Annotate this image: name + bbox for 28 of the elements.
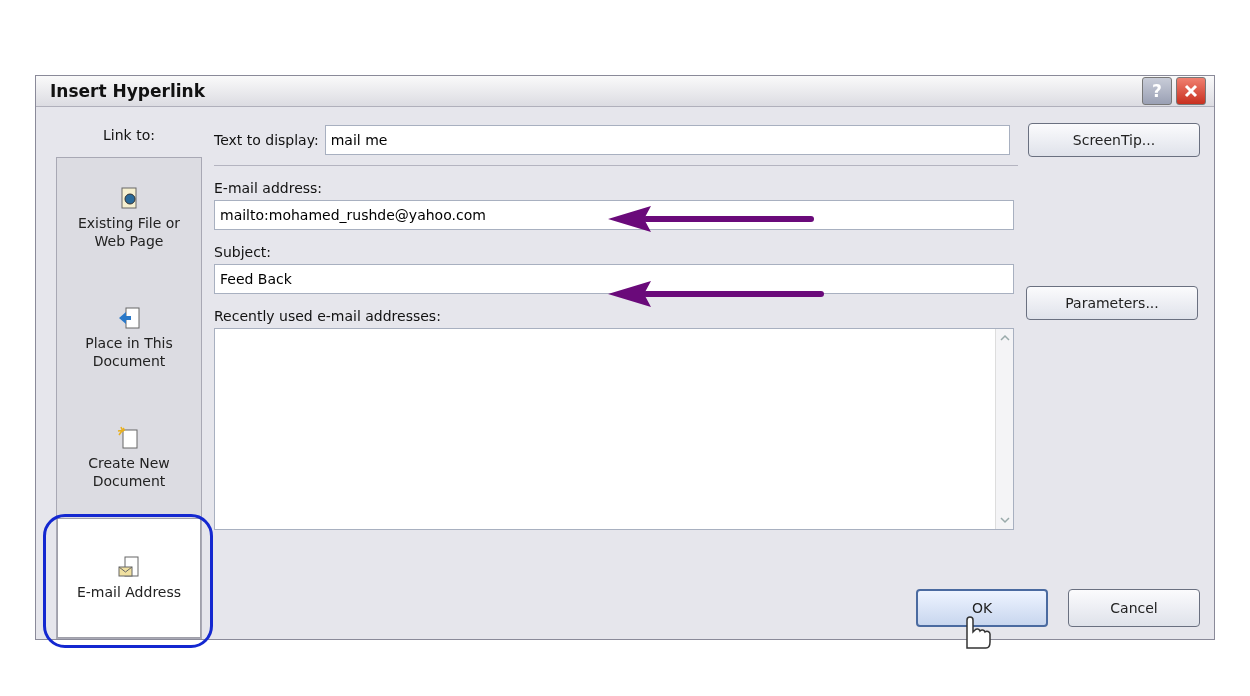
link-type-label: Existing File or Web Page	[76, 213, 182, 251]
document-icon	[117, 425, 141, 450]
link-type-item[interactable]: E-mail Address	[57, 518, 201, 638]
close-button[interactable]	[1176, 77, 1206, 105]
link-type-label: E-mail Address	[76, 582, 182, 602]
link-type-item[interactable]: Existing File or Web Page	[57, 158, 201, 278]
link-type-item[interactable]: Place in This Document	[57, 278, 201, 398]
cancel-button[interactable]: Cancel	[1068, 589, 1200, 627]
link-type-label: Create New Document	[87, 453, 171, 491]
link-to-label: Link to:	[103, 127, 155, 143]
document-icon	[117, 554, 141, 579]
text-to-display-field[interactable]: mail me	[324, 125, 1010, 155]
parameters-button[interactable]: Parameters...	[1026, 286, 1198, 320]
subject-field[interactable]: Feed Back	[214, 264, 1014, 294]
email-address-field[interactable]: mailto:mohamed_rushde@yahoo.com	[214, 200, 1014, 230]
text-to-display-label: Text to display:	[214, 132, 319, 148]
screentip-button[interactable]: ScreenTip...	[1028, 123, 1200, 157]
ok-button[interactable]: OK	[916, 589, 1048, 627]
email-address-label: E-mail address:	[214, 180, 324, 196]
document-icon	[117, 305, 141, 330]
subject-label: Subject:	[214, 244, 273, 260]
close-icon	[1183, 83, 1199, 99]
recent-addresses-label: Recently used e-mail addresses:	[214, 308, 442, 324]
link-type-item[interactable]: Create New Document	[57, 398, 201, 518]
recent-addresses-list[interactable]	[214, 328, 1014, 530]
link-type-label: Place in This Document	[84, 333, 174, 371]
window-title: Insert Hyperlink	[50, 81, 205, 101]
scrollbar[interactable]	[995, 329, 1013, 529]
